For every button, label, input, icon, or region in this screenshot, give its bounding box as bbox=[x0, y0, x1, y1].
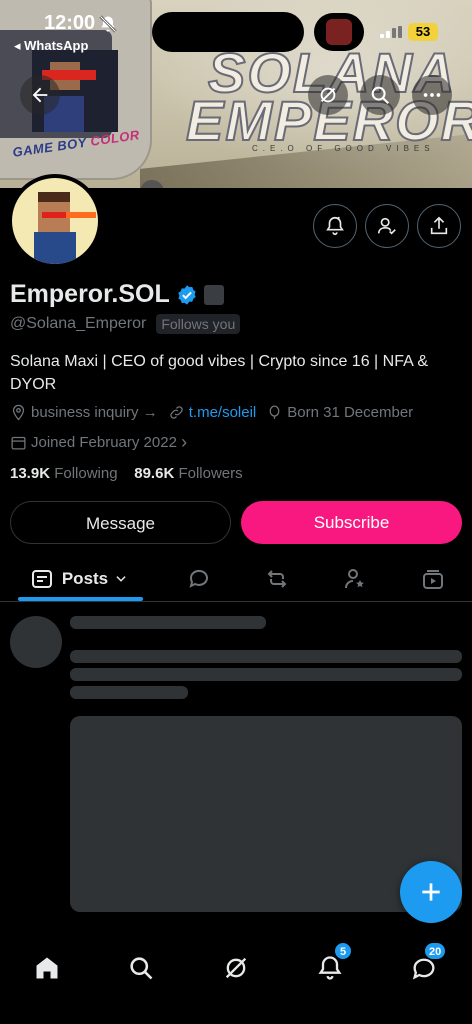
birthday-icon bbox=[269, 405, 280, 419]
live-activity[interactable] bbox=[314, 13, 364, 51]
notifications-badge: 5 bbox=[334, 942, 352, 960]
verified-icon[interactable] bbox=[176, 284, 198, 306]
search-icon bbox=[130, 957, 153, 980]
profile-tabs: Posts bbox=[0, 556, 472, 602]
battery-indicator: 53 bbox=[408, 23, 438, 41]
notifications-button[interactable] bbox=[313, 204, 357, 248]
affiliation-badge[interactable] bbox=[203, 284, 224, 305]
message-button[interactable]: Message bbox=[10, 501, 231, 544]
bottom-navigation: 5 20 bbox=[0, 928, 472, 1024]
followers-count: 89.6K bbox=[134, 465, 175, 482]
followers-link[interactable]: 89.6K Followers bbox=[134, 465, 242, 482]
category-arrow: → bbox=[142, 404, 158, 421]
plus-icon bbox=[422, 883, 440, 901]
avatar-pixel-laser bbox=[66, 212, 96, 218]
following-label: Following bbox=[54, 465, 118, 482]
bio: Solana Maxi | CEO of good vibes | Crypto… bbox=[10, 353, 428, 393]
followers-label: Followers bbox=[178, 465, 243, 482]
tab-media[interactable] bbox=[410, 556, 456, 602]
display-name: Emperor.SOL bbox=[10, 280, 170, 308]
handle: @Solana_Emperor bbox=[10, 315, 147, 332]
following-button[interactable] bbox=[365, 204, 409, 248]
joined-item[interactable]: Joined February 2022 › bbox=[10, 432, 187, 453]
reposts-icon bbox=[267, 570, 287, 588]
share-button[interactable] bbox=[417, 204, 461, 248]
banner-subtitle: C.E.O OF GOOD VIBES bbox=[252, 144, 435, 153]
tab-reposts[interactable] bbox=[254, 556, 300, 602]
handle-row: @Solana_Emperor Follows you bbox=[10, 314, 241, 334]
more-button[interactable] bbox=[412, 75, 452, 115]
grok-button[interactable] bbox=[308, 75, 348, 115]
live-activity-thumbnail bbox=[326, 19, 352, 45]
avatar-image bbox=[12, 178, 98, 264]
avatar[interactable] bbox=[8, 174, 102, 268]
replies-icon bbox=[189, 569, 208, 588]
meta-row-2: Joined February 2022 › bbox=[10, 432, 197, 453]
highlights-icon bbox=[345, 569, 364, 589]
skeleton-line bbox=[70, 668, 462, 681]
more-icon bbox=[423, 93, 441, 97]
silent-mode-icon bbox=[99, 15, 117, 33]
nav-search[interactable] bbox=[117, 944, 165, 992]
grok-icon bbox=[320, 87, 336, 103]
share-icon bbox=[430, 216, 448, 235]
search-icon bbox=[371, 86, 389, 104]
nav-grok[interactable] bbox=[212, 944, 260, 992]
name-row: Emperor.SOL bbox=[10, 280, 224, 309]
born-text: Born 31 December bbox=[287, 404, 414, 421]
signal-icon bbox=[380, 26, 402, 38]
grok-nav-icon bbox=[225, 957, 247, 979]
dynamic-island bbox=[152, 12, 304, 52]
back-to-app-link[interactable]: ◂ WhatsApp bbox=[14, 38, 88, 54]
calendar-icon bbox=[11, 436, 26, 450]
tab-highlights[interactable] bbox=[332, 556, 378, 602]
meta-row-1: business inquiry → t.me/soleil Born 31 D… bbox=[10, 404, 423, 421]
category-text: business inquiry bbox=[31, 404, 139, 421]
compose-button[interactable] bbox=[400, 861, 462, 923]
back-button[interactable] bbox=[20, 75, 60, 115]
subscribe-button[interactable]: Subscribe bbox=[241, 501, 462, 544]
nav-home[interactable] bbox=[23, 944, 71, 992]
notification-bell-icon bbox=[326, 216, 344, 236]
home-icon bbox=[36, 957, 58, 979]
skeleton-line bbox=[70, 686, 188, 699]
active-tab-indicator bbox=[18, 597, 143, 601]
skeleton-line bbox=[70, 650, 462, 663]
joined-chevron-icon: › bbox=[181, 432, 188, 452]
nav-messages[interactable]: 20 bbox=[400, 942, 448, 992]
tab-replies[interactable] bbox=[176, 556, 222, 602]
following-link[interactable]: 13.9K Following bbox=[10, 465, 118, 482]
following-count: 13.9K bbox=[10, 465, 51, 482]
tab-posts[interactable]: Posts bbox=[14, 556, 144, 602]
category-item[interactable]: business inquiry → bbox=[10, 404, 158, 421]
location-icon bbox=[12, 404, 25, 421]
joined-text: Joined February 2022 bbox=[31, 434, 177, 451]
skeleton-line bbox=[70, 616, 266, 629]
media-icon bbox=[423, 570, 443, 589]
link-icon bbox=[170, 406, 183, 419]
nav-notifications[interactable]: 5 bbox=[306, 942, 354, 992]
chevron-down-icon bbox=[116, 576, 126, 582]
search-button[interactable] bbox=[360, 75, 400, 115]
follows-you-badge: Follows you bbox=[156, 314, 241, 334]
messages-badge: 20 bbox=[424, 942, 447, 960]
avatar-pixel-body bbox=[34, 232, 76, 264]
follow-check-icon bbox=[377, 217, 396, 235]
follow-stats: 13.9K Following 89.6K Followers bbox=[10, 465, 243, 482]
birthday-item: Born 31 December bbox=[266, 404, 413, 421]
skeleton-avatar bbox=[10, 616, 62, 668]
profile-link[interactable]: t.me/soleil bbox=[189, 404, 257, 421]
status-time: 12:00 bbox=[44, 12, 96, 34]
posts-icon bbox=[31, 570, 52, 588]
back-arrow-icon bbox=[32, 87, 48, 103]
link-item[interactable]: t.me/soleil bbox=[168, 404, 257, 421]
tab-posts-label: Posts bbox=[61, 569, 109, 588]
